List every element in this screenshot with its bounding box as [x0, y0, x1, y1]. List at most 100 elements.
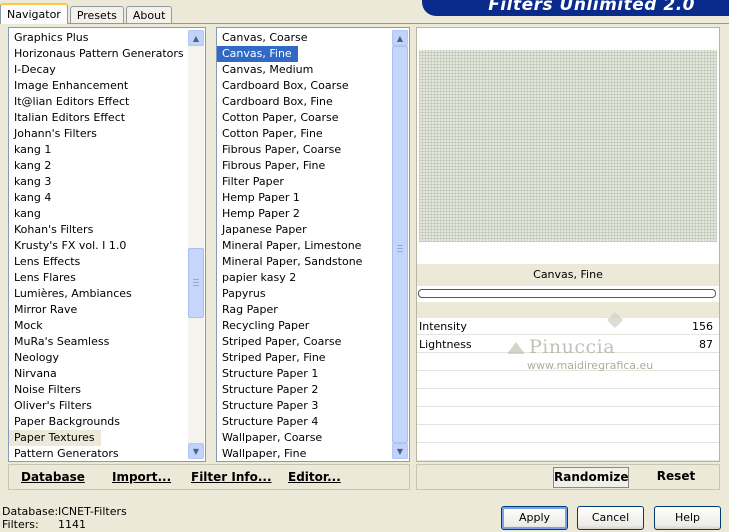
param-row-lightness[interactable]: Lightness 87 — [417, 336, 719, 353]
filter-info-button[interactable]: Filter Info... — [191, 470, 272, 484]
param-row-empty — [417, 372, 719, 389]
list-item[interactable]: kang — [9, 206, 189, 222]
list-item[interactable]: Horizonaus Pattern Generators — [9, 46, 189, 62]
apply-button[interactable]: Apply — [501, 506, 568, 530]
list-item-label: kang 1 — [14, 143, 52, 156]
list-item[interactable]: Fibrous Paper, Coarse — [217, 142, 393, 158]
list-item[interactable]: Canvas, Fine — [217, 46, 393, 62]
list-item[interactable]: Johann's Filters — [9, 126, 189, 142]
list-item-label: Cotton Paper, Fine — [222, 127, 323, 140]
cancel-button[interactable]: Cancel — [577, 506, 644, 530]
filter-scroll-down-button[interactable]: ▼ — [392, 443, 408, 459]
list-item[interactable]: Japanese Paper — [217, 222, 393, 238]
list-item[interactable]: Image Enhancement — [9, 78, 189, 94]
list-item-label: Striped Paper, Fine — [222, 351, 326, 364]
list-item[interactable]: Nirvana — [9, 366, 189, 382]
list-item-label: Cardboard Box, Coarse — [222, 79, 349, 92]
list-item-label: It@lian Editors Effect — [14, 95, 130, 108]
help-button[interactable]: Help — [654, 506, 721, 530]
list-item-label: Wallpaper, Coarse — [222, 431, 323, 444]
list-item[interactable]: Italian Editors Effect — [9, 110, 189, 126]
list-item[interactable]: Cotton Paper, Coarse — [217, 110, 393, 126]
reset-button[interactable]: Reset — [641, 467, 711, 488]
list-item[interactable]: Mineral Paper, Limestone — [217, 238, 393, 254]
list-item[interactable]: Rag Paper — [217, 302, 393, 318]
list-item[interactable]: papier kasy 2 — [217, 270, 393, 286]
param-row-intensity[interactable]: Intensity 156 — [417, 318, 719, 335]
list-item[interactable]: Cardboard Box, Fine — [217, 94, 393, 110]
list-item[interactable]: kang 3 — [9, 174, 189, 190]
tab-navigator[interactable]: Navigator — [0, 3, 68, 24]
list-item[interactable]: Cotton Paper, Fine — [217, 126, 393, 142]
list-item[interactable]: Wallpaper, Fine — [217, 446, 393, 461]
title-banner: Filters Unlimited 2.0 — [422, 0, 729, 16]
list-item-label: MuRa's Seamless — [14, 335, 110, 348]
randomize-button[interactable]: Randomize — [553, 467, 629, 488]
list-item[interactable]: Mineral Paper, Sandstone — [217, 254, 393, 270]
param-value[interactable]: 156 — [692, 318, 713, 335]
database-button[interactable]: Database — [21, 470, 85, 484]
list-item[interactable]: Kohan's Filters — [9, 222, 189, 238]
category-scroll-up-button[interactable]: ▲ — [188, 30, 204, 46]
list-item[interactable]: Wallpaper, Coarse — [217, 430, 393, 446]
list-item[interactable]: Canvas, Medium — [217, 62, 393, 78]
list-item[interactable]: Graphics Plus — [9, 30, 189, 46]
list-item[interactable]: kang 2 — [9, 158, 189, 174]
list-item[interactable]: Striped Paper, Fine — [217, 350, 393, 366]
selected-filter-name: Canvas, Fine — [417, 264, 719, 286]
editor-button[interactable]: Editor... — [288, 470, 341, 484]
list-item[interactable]: Paper Textures — [9, 430, 189, 446]
list-item-label: Wallpaper, Fine — [222, 447, 307, 460]
status-database: Database:ICNET-Filters — [2, 505, 127, 518]
list-item[interactable]: Cardboard Box, Coarse — [217, 78, 393, 94]
list-item-label: Noise Filters — [14, 383, 81, 396]
tab-presets[interactable]: Presets — [69, 6, 124, 24]
param-value[interactable]: 87 — [699, 336, 713, 353]
list-item[interactable]: Lumières, Ambiances — [9, 286, 189, 302]
list-item[interactable]: Neology — [9, 350, 189, 366]
filter-scroll-thumb[interactable] — [392, 46, 408, 443]
list-item[interactable]: Krusty's FX vol. I 1.0 — [9, 238, 189, 254]
list-item[interactable]: Papyrus — [217, 286, 393, 302]
import-button[interactable]: Import... — [112, 470, 171, 484]
tab-about[interactable]: About — [125, 6, 173, 24]
param-row-empty — [417, 408, 719, 425]
list-item-label: Recycling Paper — [222, 319, 310, 332]
list-item-label: Lumières, Ambiances — [14, 287, 132, 300]
list-item[interactable]: kang 4 — [9, 190, 189, 206]
list-item[interactable]: Hemp Paper 2 — [217, 206, 393, 222]
list-item[interactable]: Hemp Paper 1 — [217, 190, 393, 206]
list-item-label: Horizonaus Pattern Generators — [14, 47, 184, 60]
list-item[interactable]: Striped Paper, Coarse — [217, 334, 393, 350]
chevron-up-icon: ▲ — [192, 33, 200, 43]
list-item[interactable]: Lens Effects — [9, 254, 189, 270]
list-item[interactable]: Pattern Generators — [9, 446, 189, 461]
category-scroll-thumb[interactable] — [188, 248, 204, 318]
list-item[interactable]: Filter Paper — [217, 174, 393, 190]
list-item[interactable]: Recycling Paper — [217, 318, 393, 334]
list-item[interactable]: Canvas, Coarse — [217, 30, 393, 46]
list-item[interactable]: Mock — [9, 318, 189, 334]
list-item-label: Mock — [14, 319, 43, 332]
list-item[interactable]: Structure Paper 1 — [217, 366, 393, 382]
list-item[interactable]: I-Decay — [9, 62, 189, 78]
list-item[interactable]: kang 1 — [9, 142, 189, 158]
category-scrollbar[interactable]: ▲ ▼ — [188, 30, 204, 459]
list-item[interactable]: Mirror Rave — [9, 302, 189, 318]
category-list-panel: Graphics Plus Horizonaus Pattern Generato… — [8, 27, 206, 462]
list-item[interactable]: Structure Paper 4 — [217, 414, 393, 430]
chevron-down-icon: ▼ — [192, 446, 200, 456]
category-scroll-down-button[interactable]: ▼ — [188, 443, 204, 459]
tab-strip: Navigator Presets About — [0, 2, 174, 24]
list-item[interactable]: Oliver's Filters — [9, 398, 189, 414]
list-item[interactable]: Fibrous Paper, Fine — [217, 158, 393, 174]
list-item[interactable]: Structure Paper 3 — [217, 398, 393, 414]
list-item[interactable]: Structure Paper 2 — [217, 382, 393, 398]
list-item[interactable]: Lens Flares — [9, 270, 189, 286]
list-item[interactable]: Paper Backgrounds — [9, 414, 189, 430]
list-item[interactable]: Noise Filters — [9, 382, 189, 398]
list-item[interactable]: It@lian Editors Effect — [9, 94, 189, 110]
list-item[interactable]: MuRa's Seamless — [9, 334, 189, 350]
filter-scroll-up-button[interactable]: ▲ — [392, 30, 408, 46]
filter-scrollbar[interactable]: ▲ ▼ — [392, 30, 408, 459]
